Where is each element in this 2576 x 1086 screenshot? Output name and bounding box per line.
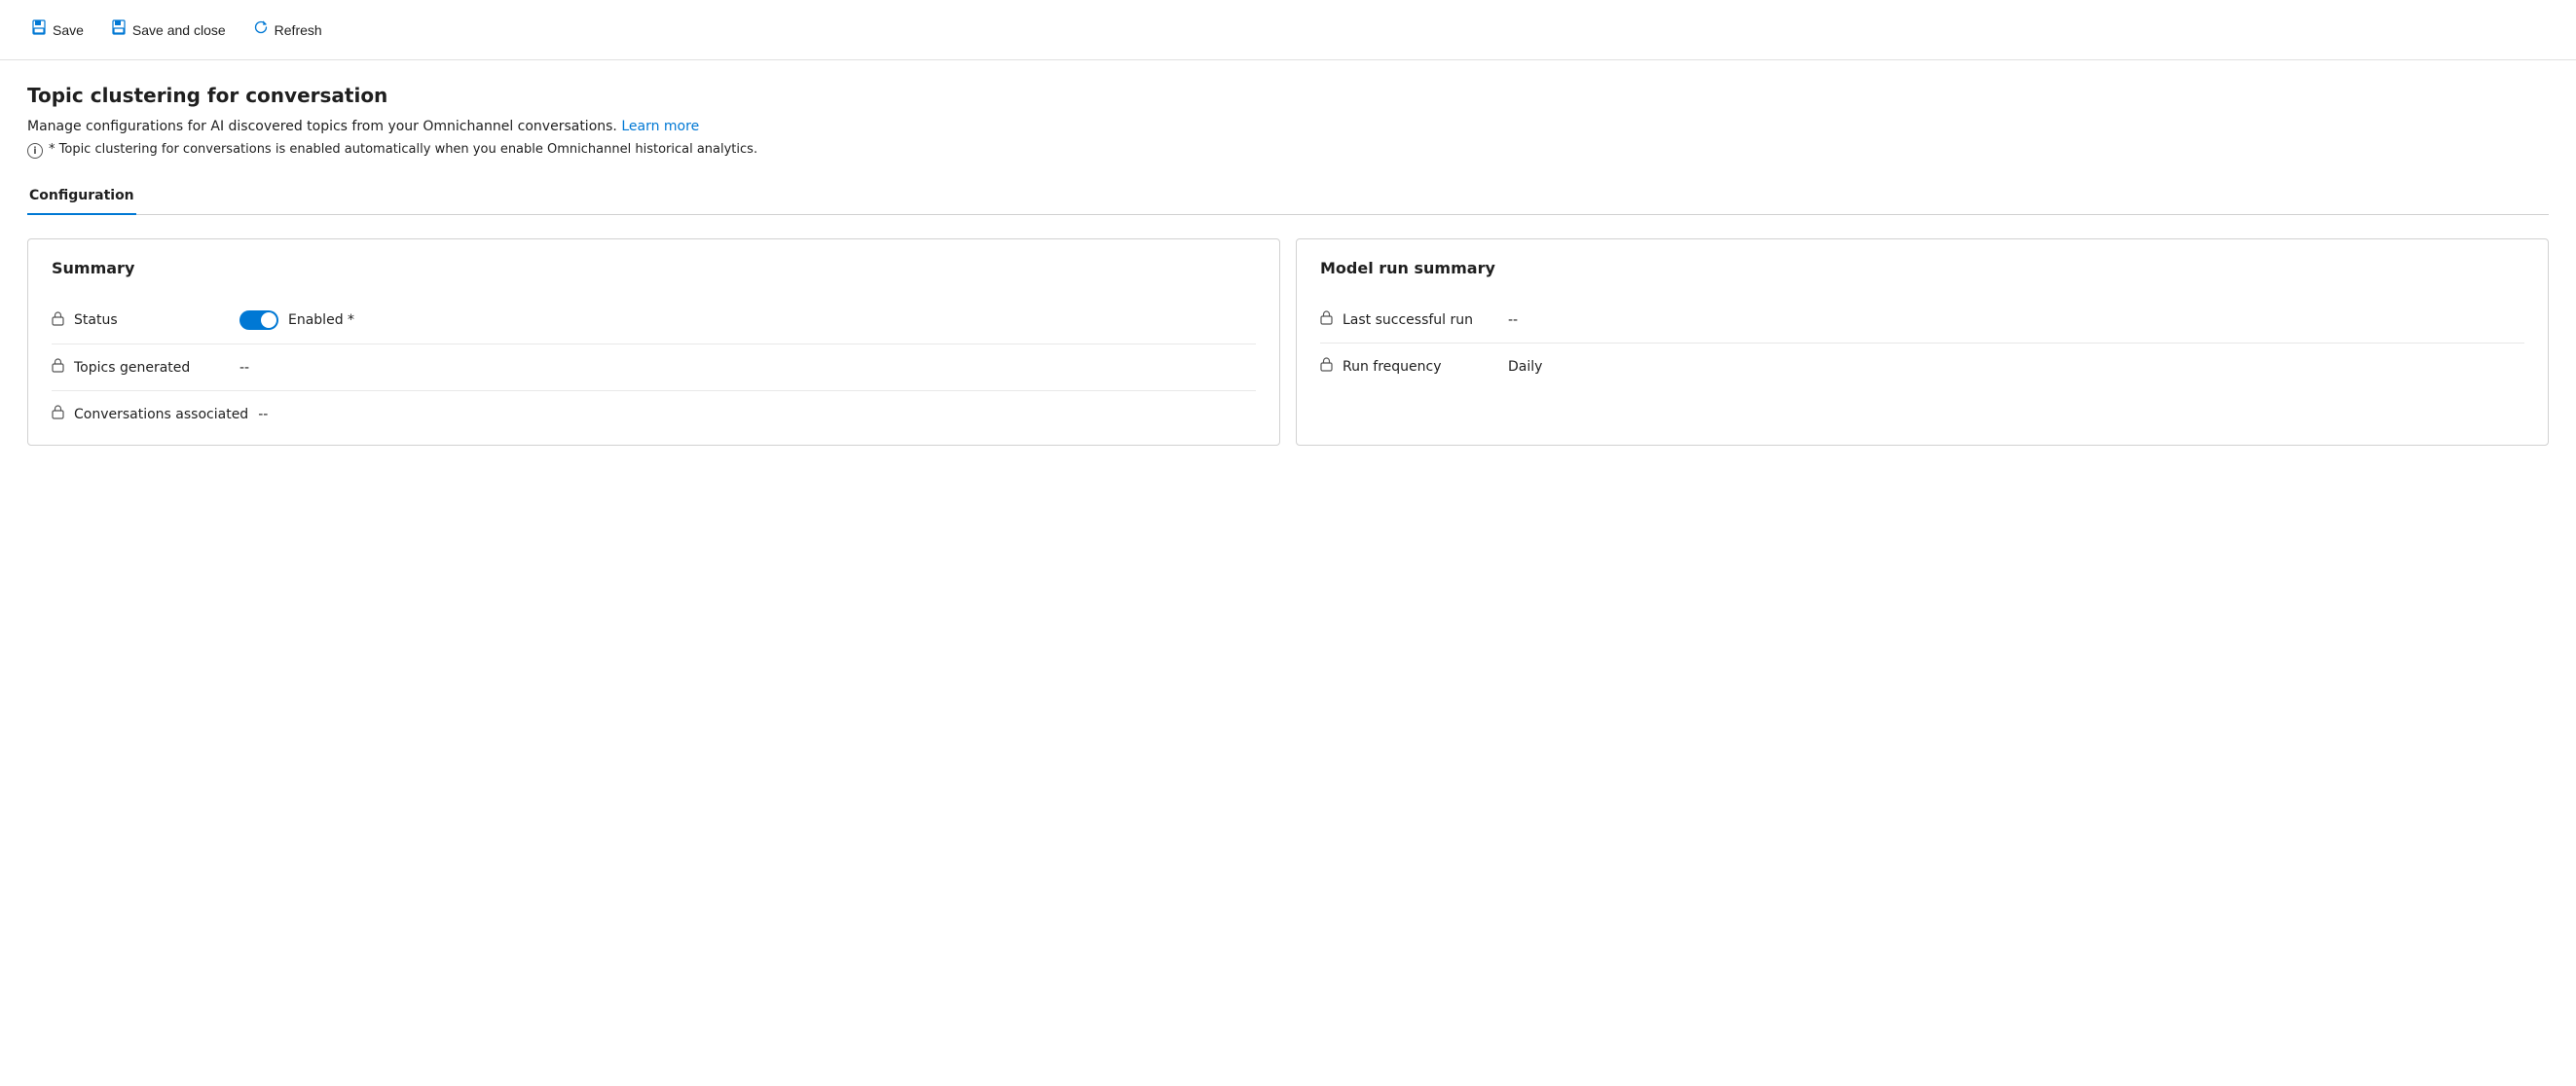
- page-description: Manage configurations for AI discovered …: [27, 119, 2549, 134]
- last-run-lock-icon: [1320, 310, 1333, 329]
- model-run-summary-title: Model run summary: [1320, 259, 2524, 277]
- last-successful-run-value: --: [1508, 312, 1518, 328]
- last-successful-run-label: Last successful run: [1343, 312, 1498, 328]
- status-toggle[interactable]: [239, 310, 278, 330]
- summary-card: Summary Status Enabled *: [27, 238, 1280, 446]
- status-label: Status: [74, 312, 230, 328]
- topics-lock-icon: [52, 358, 64, 377]
- toggle-label: Enabled *: [288, 312, 354, 328]
- toggle-container: Enabled *: [239, 310, 354, 330]
- run-frequency-field-row: Run frequency Daily: [1320, 344, 2524, 389]
- toolbar: Save Save and close Refresh: [0, 0, 2576, 60]
- info-row: i * Topic clustering for conversations i…: [27, 142, 2549, 159]
- tab-configuration[interactable]: Configuration: [27, 178, 136, 215]
- model-run-summary-card: Model run summary Last successful run --: [1296, 238, 2549, 446]
- status-lock-icon: [52, 311, 64, 330]
- cards-grid: Summary Status Enabled *: [27, 238, 2549, 446]
- run-frequency-label: Run frequency: [1343, 359, 1498, 375]
- topics-generated-value: --: [239, 360, 249, 376]
- conversations-associated-field-row: Conversations associated --: [52, 391, 1256, 437]
- description-text: Manage configurations for AI discovered …: [27, 119, 617, 134]
- last-successful-run-field-row: Last successful run --: [1320, 297, 2524, 344]
- save-and-close-button[interactable]: Save and close: [99, 14, 238, 46]
- page-content: Topic clustering for conversation Manage…: [0, 60, 2576, 469]
- save-icon: [31, 19, 47, 40]
- save-button[interactable]: Save: [19, 14, 95, 46]
- refresh-button[interactable]: Refresh: [241, 14, 334, 46]
- save-and-close-label: Save and close: [132, 22, 226, 38]
- info-icon: i: [27, 143, 43, 159]
- summary-card-title: Summary: [52, 259, 1256, 277]
- conversations-associated-label: Conversations associated: [74, 407, 248, 422]
- refresh-icon: [253, 19, 269, 40]
- run-freq-lock-icon: [1320, 357, 1333, 376]
- status-field-row: Status Enabled *: [52, 297, 1256, 344]
- save-close-icon: [111, 19, 127, 40]
- topics-generated-label: Topics generated: [74, 360, 230, 376]
- topics-generated-field-row: Topics generated --: [52, 344, 1256, 391]
- run-frequency-value: Daily: [1508, 359, 1542, 375]
- learn-more-link[interactable]: Learn more: [621, 119, 699, 134]
- conversations-lock-icon: [52, 405, 64, 423]
- page-title: Topic clustering for conversation: [27, 84, 2549, 107]
- refresh-label: Refresh: [275, 22, 322, 38]
- tabs-container: Configuration: [27, 178, 2549, 215]
- conversations-associated-value: --: [258, 407, 268, 422]
- save-label: Save: [53, 22, 84, 38]
- info-text: * Topic clustering for conversations is …: [49, 142, 757, 157]
